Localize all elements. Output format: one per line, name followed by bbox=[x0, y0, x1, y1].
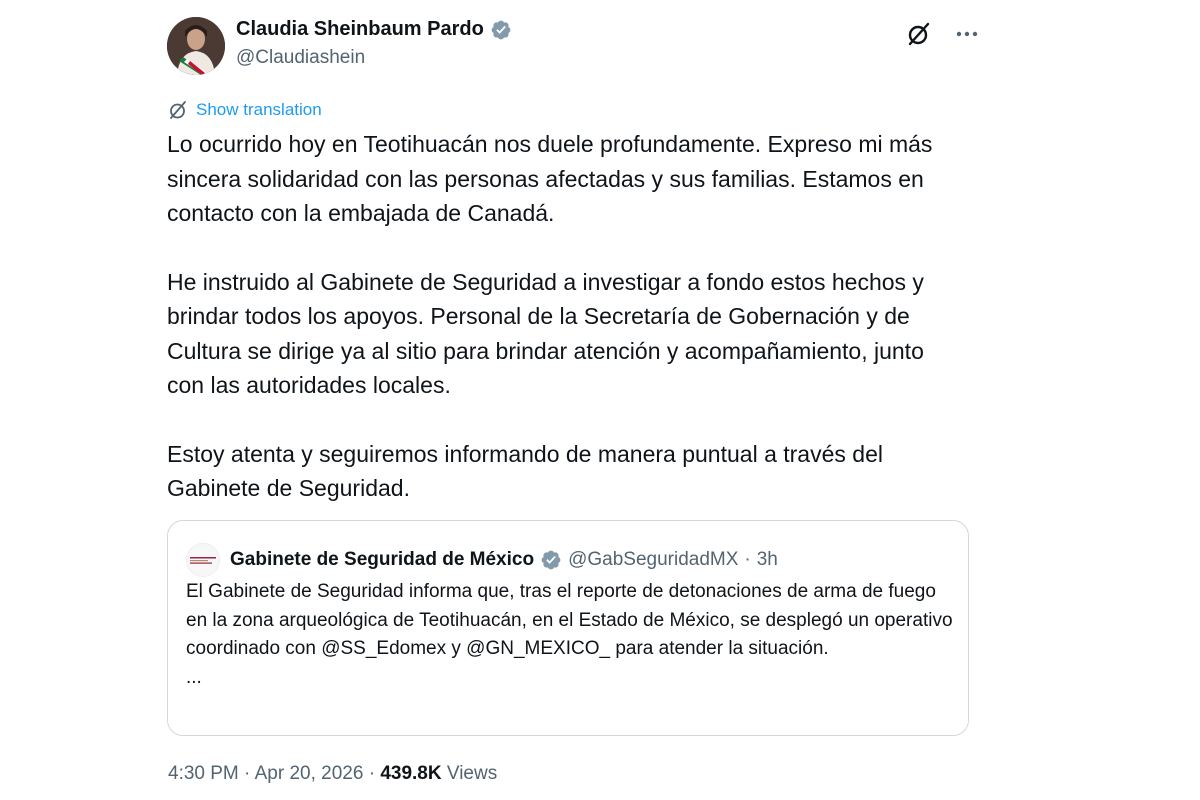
show-translation-link[interactable]: Show translation bbox=[168, 100, 322, 120]
show-translation-label[interactable]: Show translation bbox=[196, 100, 322, 120]
tweet-text: Lo ocurrido hoy en Teotihuacán nos duele… bbox=[167, 127, 967, 506]
verified-badge-icon bbox=[491, 20, 511, 39]
tweet-meta: 4:30 PM · Apr 20, 2026 · 439.8K Views bbox=[168, 763, 497, 785]
verified-badge-icon bbox=[541, 550, 561, 570]
slashed-circle-icon bbox=[908, 22, 930, 46]
tweet-time[interactable]: 4:30 PM bbox=[168, 763, 239, 784]
quoted-tweet-header: Gabinete de Seguridad de México @GabSegu… bbox=[186, 543, 778, 577]
author-name-row[interactable]: Claudia Sheinbaum Pardo bbox=[236, 18, 512, 41]
quoted-author-name[interactable]: Gabinete de Seguridad de México bbox=[230, 549, 534, 571]
avatar-image bbox=[167, 17, 225, 75]
author-avatar[interactable] bbox=[167, 17, 225, 75]
author-name[interactable]: Claudia Sheinbaum Pardo bbox=[236, 18, 484, 41]
views-count: 439.8K bbox=[380, 763, 442, 784]
separator-dot: · bbox=[744, 549, 751, 570]
grok-button[interactable] bbox=[905, 20, 933, 48]
gabinete-logo-icon bbox=[190, 557, 216, 564]
quoted-tweet-time[interactable]: 3h bbox=[757, 549, 778, 571]
views-label: Views bbox=[446, 763, 498, 784]
quoted-author-handle[interactable]: @GabSeguridadMX bbox=[568, 549, 738, 571]
tweet-detail: Claudia Sheinbaum Pardo @Claudiashein Sh… bbox=[0, 0, 1200, 800]
separator-dot: · bbox=[368, 763, 376, 784]
quoted-tweet-text: El Gabinete de Seguridad informa que, tr… bbox=[186, 578, 956, 692]
quoted-tweet-ellipsis: ... bbox=[186, 666, 202, 688]
tweet-date[interactable]: Apr 20, 2026 bbox=[255, 763, 364, 784]
tweet-paragraph: Lo ocurrido hoy en Teotihuacán nos duele… bbox=[167, 131, 933, 226]
separator-dot: · bbox=[244, 763, 251, 784]
quoted-tweet-paragraph: El Gabinete de Seguridad informa que, tr… bbox=[186, 581, 953, 659]
translate-icon bbox=[170, 101, 186, 119]
tweet-paragraph: Estoy atenta y seguiremos informando de … bbox=[167, 440, 883, 502]
more-button[interactable] bbox=[953, 20, 981, 48]
quoted-author-avatar[interactable] bbox=[186, 543, 220, 577]
tweet-paragraph: He instruido al Gabinete de Seguridad a … bbox=[167, 268, 924, 399]
tweet-actions-top bbox=[905, 20, 981, 48]
more-dots-icon bbox=[956, 31, 978, 37]
author-handle[interactable]: @Claudiashein bbox=[236, 47, 365, 69]
quoted-tweet-card[interactable]: Gabinete de Seguridad de México @GabSegu… bbox=[167, 520, 969, 736]
